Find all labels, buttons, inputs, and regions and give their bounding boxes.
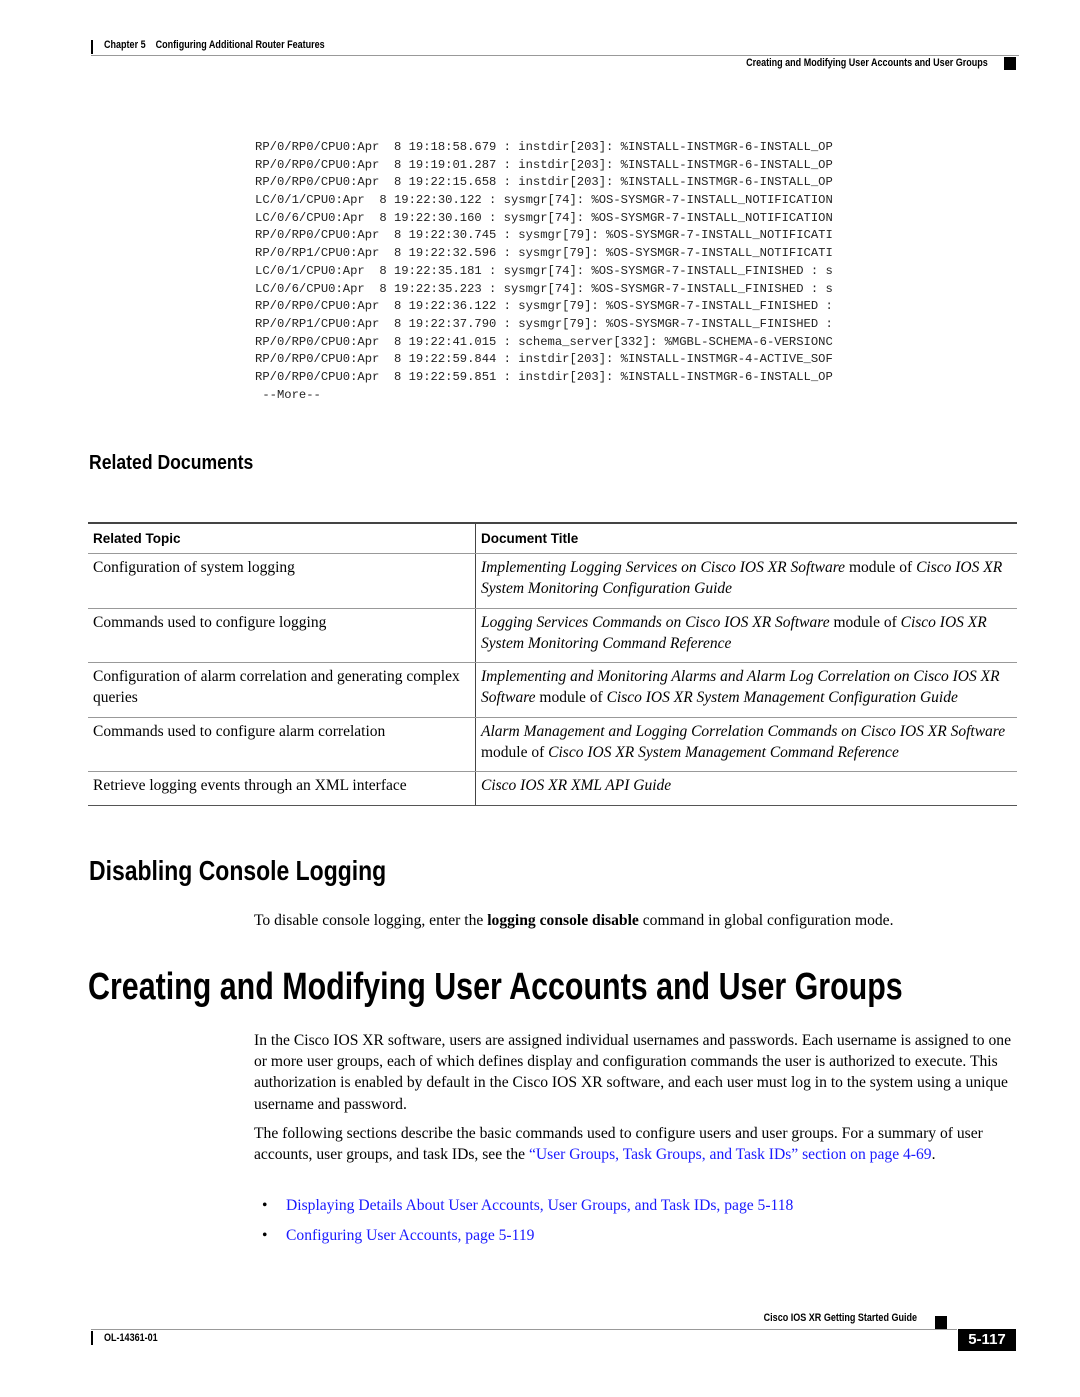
document-title-italic: Cisco IOS XR System Management Configura… (606, 689, 958, 707)
user-accounts-paragraph-1: In the Cisco IOS XR software, users are … (254, 1032, 1011, 1113)
footer-doc-number: OL-14361-01 (104, 1332, 158, 1344)
document-title-italic: Logging Services Commands on Cisco IOS X… (481, 613, 830, 631)
table-row: Commands used to configure alarm correla… (88, 717, 1017, 773)
footer-guide-title: Cisco IOS XR Getting Started Guide (763, 1312, 917, 1324)
document-title-text: module of (481, 744, 549, 762)
related-topic-cell: Configuration of alarm correlation and g… (88, 662, 476, 718)
chapter-title: Configuring Additional Router Features (155, 39, 325, 51)
document-title-text: module of (829, 613, 901, 631)
document-title-cell: Implementing and Monitoring Alarms and A… (475, 662, 1017, 718)
log-line: LC/0/1/CPU0:Apr 8 19:22:35.181 : sysmgr[… (255, 263, 833, 278)
configuring-user-accounts-link[interactable]: Configuring User Accounts, page 5-119 (286, 1227, 534, 1244)
related-topic-cell: Configuration of system logging (88, 553, 476, 609)
table-row: Configuration of alarm correlation and g… (88, 662, 1017, 718)
log-line: LC/0/6/CPU0:Apr 8 19:22:35.223 : sysmgr[… (255, 281, 833, 296)
displaying-details-link[interactable]: Displaying Details About User Accounts, … (286, 1197, 793, 1214)
header-corner-square (1004, 57, 1016, 70)
table-header-row: Related Topic Document Title (88, 522, 1017, 554)
log-line: RP/0/RP0/CPU0:Apr 8 19:22:15.658 : instd… (255, 175, 833, 190)
log-line: LC/0/6/CPU0:Apr 8 19:22:30.160 : sysmgr[… (255, 210, 833, 225)
related-documents-table: Related Topic Document Title Configurati… (88, 522, 1017, 806)
document-title-cell: Implementing Logging Services on Cisco I… (475, 553, 1017, 609)
document-title-text: module of (535, 689, 607, 707)
related-documents-heading: Related Documents (89, 452, 254, 474)
related-topic-cell: Commands used to configure logging (88, 608, 476, 664)
column-header-document-title: Document Title (475, 522, 1017, 554)
document-title-cell: Alarm Management and Logging Correlation… (475, 717, 1017, 773)
user-accounts-heading: Creating and Modifying User Accounts and… (88, 966, 903, 1008)
bullet-icon: • (262, 1227, 268, 1244)
header-section-title: Creating and Modifying User Accounts and… (746, 57, 988, 69)
document-title-cell: Cisco IOS XR XML API Guide (475, 771, 1017, 806)
document-title-text: module of (845, 559, 917, 576)
document-title-italic: Alarm Management and Logging Correlation… (481, 722, 1006, 740)
table-row: Configuration of system logging Implement… (88, 553, 1017, 609)
user-accounts-paragraph-2: The following sections describe the basi… (254, 1125, 983, 1164)
log-line: RP/0/RP0/CPU0:Apr 8 19:22:36.122 : sysmg… (255, 299, 833, 314)
log-output: RP/0/RP0/CPU0:Apr 8 19:18:58.679 : instd… (255, 139, 833, 404)
log-line: --More-- (255, 387, 321, 402)
header-chapter-line: Chapter 5 Configuring Additional Router … (104, 39, 325, 51)
document-title-cell: Logging Services Commands on Cisco IOS X… (475, 608, 1017, 664)
log-line: RP/0/RP1/CPU0:Apr 8 19:22:32.596 : sysmg… (255, 246, 833, 261)
document-title-italic: Cisco IOS XR System Management Command R… (548, 744, 899, 762)
document-title-italic: Cisco IOS XR XML API Guide (481, 777, 672, 795)
log-line: RP/0/RP0/CPU0:Apr 8 19:22:59.851 : instd… (255, 369, 833, 384)
disabling-console-logging-heading: Disabling Console Logging (89, 855, 387, 886)
command-logging-console-disable: logging console disable (487, 912, 639, 929)
log-line: RP/0/RP0/CPU0:Apr 8 19:22:41.015 : schem… (255, 334, 833, 349)
document-title-italic: Implementing Logging Services on Cisco I… (481, 559, 846, 576)
table-row: Retrieve logging events through an XML i… (88, 771, 1017, 806)
log-line: RP/0/RP1/CPU0:Apr 8 19:22:37.790 : sysmg… (255, 316, 833, 331)
chapter-label: Chapter 5 (104, 39, 146, 51)
related-topic-cell: Retrieve logging events through an XML i… (88, 771, 476, 806)
log-line: LC/0/1/CPU0:Apr 8 19:22:30.122 : sysmgr[… (255, 193, 833, 208)
list-item: • Configuring User Accounts, page 5-119 (262, 1225, 793, 1255)
header-left-bar (91, 40, 93, 54)
column-header-related-topic: Related Topic (88, 522, 476, 554)
header-rule (91, 55, 1019, 56)
footer-left-bar (91, 1331, 93, 1345)
user-groups-task-ids-link[interactable]: “User Groups, Task Groups, and Task IDs”… (529, 1146, 932, 1163)
log-line: RP/0/RP0/CPU0:Apr 8 19:19:01.287 : instd… (255, 157, 833, 172)
log-line: RP/0/RP0/CPU0:Apr 8 19:22:59.844 : instd… (255, 352, 833, 367)
log-line: RP/0/RP0/CPU0:Apr 8 19:18:58.679 : instd… (255, 140, 833, 154)
footer-rule (91, 1329, 957, 1330)
log-line: RP/0/RP0/CPU0:Apr 8 19:22:30.745 : sysmg… (255, 228, 833, 243)
related-topic-cell: Commands used to configure alarm correla… (88, 717, 476, 773)
disabling-console-paragraph: To disable console logging, enter the lo… (254, 912, 894, 929)
list-item: • Displaying Details About User Accounts… (262, 1195, 793, 1225)
user-accounts-bullet-list: • Displaying Details About User Accounts… (262, 1195, 793, 1255)
footer-corner-square (935, 1316, 947, 1330)
page-number: 5-117 (958, 1329, 1016, 1351)
table-row: Commands used to configure logging Loggin… (88, 608, 1017, 664)
bullet-icon: • (262, 1197, 268, 1214)
